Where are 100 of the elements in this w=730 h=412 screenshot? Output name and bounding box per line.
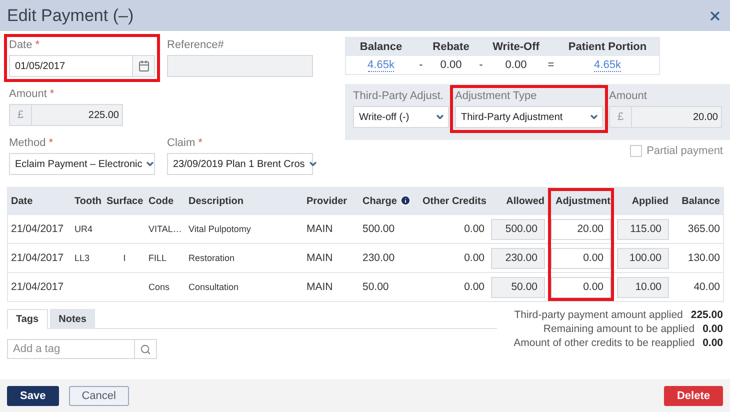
field-label: Claim — [167, 137, 196, 149]
save-button[interactable]: Save — [7, 386, 59, 406]
table-cell: 130.00 — [688, 252, 720, 264]
table-cell: 500.00 — [362, 223, 395, 235]
column-header: Surface — [106, 196, 144, 206]
readonly-amount: 10.00 — [616, 276, 668, 298]
total-value: 0.00 — [702, 323, 723, 335]
method-dropdown[interactable]: Eclaim Payment – Electronic — [9, 153, 155, 175]
adjustment-input[interactable]: 0.00 — [550, 248, 610, 268]
adjustment-type-dropdown[interactable]: Third-Party Adjustment — [455, 106, 603, 128]
table-cell: Vital Pulpotomy — [188, 224, 251, 234]
column-header: Provider — [306, 196, 348, 206]
operator: = — [546, 59, 556, 71]
delete-button[interactable]: Delete — [664, 386, 723, 406]
required-mark: * — [48, 137, 53, 149]
caret-icon — [589, 112, 599, 122]
tag-field[interactable]: Add a tag — [7, 339, 157, 359]
adjustment-input[interactable]: 20.00 — [550, 218, 610, 240]
table-cell: 365.00 — [688, 223, 720, 235]
field-label: Date — [9, 39, 32, 51]
table-cell: 0.00 — [464, 252, 484, 264]
close-icon[interactable] — [708, 8, 722, 22]
tab[interactable]: Tags — [7, 309, 48, 329]
table-cell: VITAL… — [148, 224, 182, 234]
table-cell: MAIN — [306, 252, 333, 264]
method-value: Eclaim Payment – Electronic — [14, 158, 144, 170]
required-mark: * — [35, 39, 40, 51]
table-cell: 21/04/2017 — [11, 223, 64, 235]
caret-icon — [308, 159, 318, 169]
total-label: Amount of other credits to be reapplied — [514, 337, 695, 349]
table-cell: 230.00 — [362, 252, 395, 264]
table-cell: 50.00 — [362, 281, 389, 293]
field-label: Reference# — [167, 39, 225, 51]
summary-header: Rebate — [432, 41, 470, 53]
column-header: Other Credits — [422, 196, 486, 206]
summary-link[interactable]: 4.65k — [594, 58, 621, 72]
table-cell: Consultation — [188, 282, 239, 292]
adjustment-input[interactable]: 0.00 — [550, 276, 610, 298]
readonly-amount: 100.00 — [616, 248, 668, 268]
table-cell: LL3 — [74, 253, 90, 263]
total-value: 0.00 — [702, 337, 723, 349]
column-header: Description — [188, 196, 244, 206]
column-header: Date — [11, 196, 33, 206]
date-value: 01/05/2017 — [14, 60, 66, 72]
amount-field[interactable]: £ 225.00 — [9, 104, 123, 126]
search-icon[interactable] — [140, 344, 151, 354]
caret-icon — [145, 159, 156, 169]
readonly-amount: 230.00 — [490, 248, 544, 268]
cancel-button[interactable]: Cancel — [68, 386, 129, 406]
column-header: Allowed — [506, 196, 544, 206]
field-label: Method — [9, 137, 46, 149]
field-label: Adjustment Type — [455, 90, 538, 102]
info-icon[interactable] — [400, 195, 411, 206]
adjustment-amount-value: 20.00 — [692, 112, 719, 122]
column-header: Code — [148, 196, 174, 206]
column-header: Tooth — [74, 196, 102, 206]
column-header: Applied — [632, 196, 668, 206]
table-cell: 0.00 — [464, 281, 484, 293]
partial-payment-checkbox[interactable] — [630, 145, 642, 157]
date-field[interactable]: 01/05/2017 — [9, 55, 155, 77]
table-cell: Cons — [148, 282, 170, 292]
table-cell: UR4 — [74, 224, 93, 234]
tab[interactable]: Notes — [50, 309, 96, 329]
table-cell: 0.00 — [464, 223, 484, 235]
caret-icon — [435, 112, 445, 122]
claim-value: 23/09/2019 Plan 1 Brent Cros — [172, 158, 306, 170]
operator: - — [418, 59, 424, 71]
required-mark: * — [50, 88, 54, 100]
amount-value: 225.00 — [87, 110, 120, 120]
total-value: 225.00 — [690, 309, 723, 321]
table-cell: FILL — [148, 253, 167, 263]
summary-header: Patient Portion — [567, 41, 648, 53]
field-label: Amount — [609, 90, 648, 102]
adjust-value: Write-off (-) — [358, 112, 410, 122]
field-label: Amount — [9, 88, 47, 100]
operator: - — [478, 59, 484, 71]
column-header: Balance — [682, 196, 720, 206]
required-mark: * — [198, 137, 202, 149]
summary-link[interactable]: 4.65k — [368, 58, 394, 72]
table-cell: 21/04/2017 — [11, 281, 64, 293]
checkbox-label: Partial payment — [646, 145, 723, 157]
column-header: Charge — [362, 196, 397, 207]
readonly-amount: 500.00 — [490, 218, 544, 240]
summary-header: Balance — [358, 41, 404, 53]
table-cell: I — [123, 253, 126, 263]
adjust-dropdown[interactable]: Write-off (-) — [353, 106, 449, 128]
calendar-icon[interactable] — [138, 60, 150, 72]
total-label: Remaining amount to be applied — [543, 323, 695, 335]
column-header: Adjustment — [556, 196, 610, 206]
table-cell: MAIN — [306, 281, 333, 293]
table-cell: Restoration — [188, 253, 235, 263]
total-label: Third-party payment amount applied — [514, 309, 683, 321]
adjustment-amount-field[interactable]: £ 20.00 — [609, 106, 722, 128]
adjustment-type-value: Third-Party Adjustment — [460, 112, 564, 122]
table-cell: 21/04/2017 — [11, 252, 64, 264]
table-cell: MAIN — [306, 223, 333, 235]
window-title: Edit Payment (–) — [7, 6, 134, 26]
summary-value: 0.00 — [439, 59, 463, 71]
summary-value: 0.00 — [504, 59, 528, 71]
table-cell: 40.00 — [694, 281, 720, 293]
